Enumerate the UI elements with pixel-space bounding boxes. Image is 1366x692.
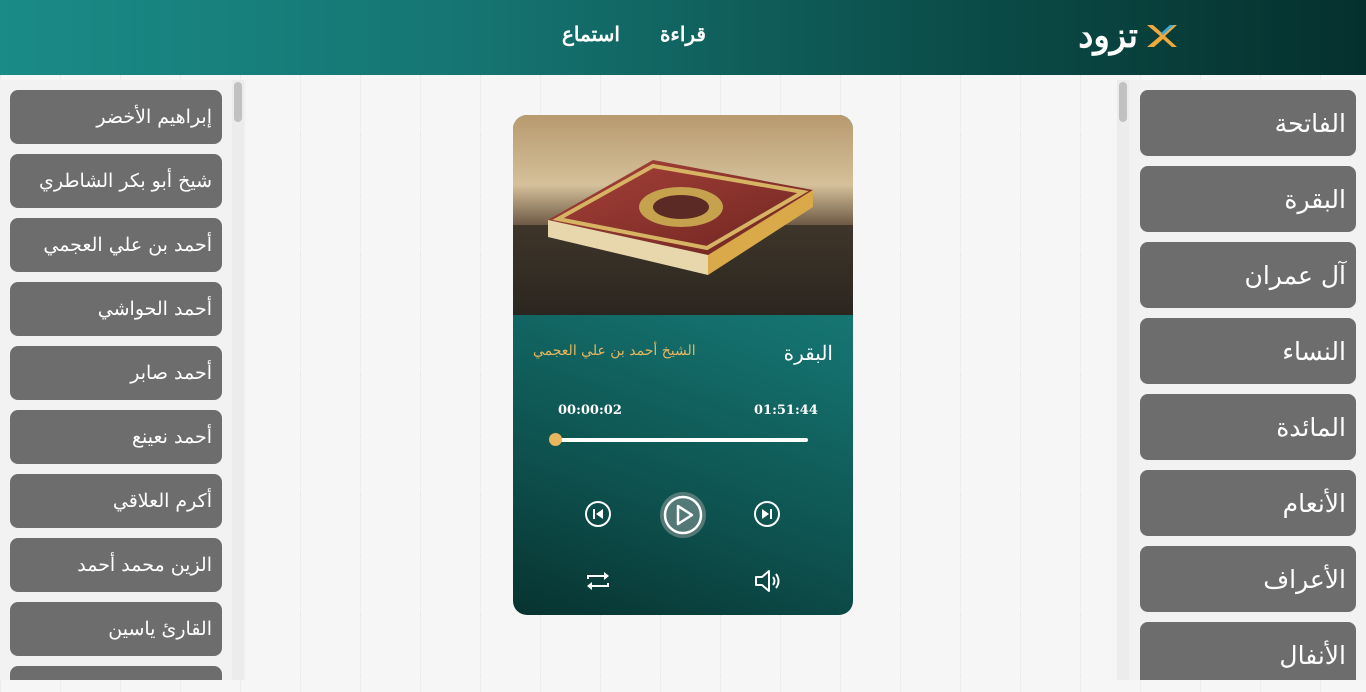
- repeat-icon[interactable]: [584, 567, 612, 595]
- now-playing-reciter: الشيخ أحمد بن علي العجمي: [533, 343, 696, 359]
- surah-item[interactable]: آل عمران: [1140, 242, 1356, 308]
- surah-item[interactable]: النساء: [1140, 318, 1356, 384]
- reciter-item[interactable]: القارئ ياسين: [10, 602, 222, 656]
- next-icon[interactable]: [753, 500, 781, 528]
- reciter-item[interactable]: شيخ أبو بكر الشاطري: [10, 154, 222, 208]
- surah-item[interactable]: البقرة: [1140, 166, 1356, 232]
- logo[interactable]: تزود: [1078, 14, 1178, 58]
- reciter-scrollbar[interactable]: [232, 80, 244, 680]
- logo-text: تزود: [1078, 16, 1138, 56]
- reciter-item[interactable]: أكرم العلاقي: [10, 474, 222, 528]
- progress-knob[interactable]: [549, 433, 563, 446]
- duration: 01:51:44: [754, 403, 818, 418]
- reciter-item[interactable]: أحمد الحواشي: [10, 282, 222, 336]
- logo-icon: [1147, 25, 1177, 47]
- main-nav: قراءة استماع: [562, 22, 706, 46]
- reciter-item[interactable]: الزين محمد أحمد: [10, 538, 222, 592]
- reciter-item[interactable]: إبراهيم الأخضر: [10, 90, 222, 144]
- reciter-item[interactable]: أحمد نعينع: [10, 410, 222, 464]
- surah-list[interactable]: الفاتحة البقرة آل عمران النساء المائدة ا…: [1117, 80, 1366, 680]
- nav-listening[interactable]: استماع: [562, 22, 620, 46]
- surah-item[interactable]: الأنعام: [1140, 470, 1356, 536]
- surah-scrollbar[interactable]: [1117, 80, 1129, 680]
- surah-item[interactable]: الفاتحة: [1140, 90, 1356, 156]
- current-time: 00:00:02: [558, 403, 622, 418]
- now-playing-surah: البقرة: [783, 341, 833, 365]
- reciter-item[interactable]: أحمد صابر: [10, 346, 222, 400]
- progress-bar[interactable]: [549, 433, 808, 446]
- reciter-item[interactable]: أحمد بن علي العجمي: [10, 218, 222, 272]
- nav-reading[interactable]: قراءة: [660, 22, 706, 46]
- surah-item[interactable]: المائدة: [1140, 394, 1356, 460]
- header: قراءة استماع تزود: [0, 0, 1366, 75]
- prev-icon[interactable]: [584, 500, 612, 528]
- volume-icon[interactable]: [753, 567, 783, 595]
- scrollbar-thumb[interactable]: [234, 82, 242, 122]
- play-icon[interactable]: [659, 491, 707, 539]
- reciter-list[interactable]: إبراهيم الأخضر شيخ أبو بكر الشاطري أحمد …: [0, 80, 246, 680]
- audio-player-card: البقرة الشيخ أحمد بن علي العجمي 00:00:02…: [513, 115, 853, 615]
- quran-cover-image: [513, 115, 853, 315]
- scrollbar-thumb[interactable]: [1119, 82, 1127, 122]
- surah-item[interactable]: الأعراف: [1140, 546, 1356, 612]
- reciter-item[interactable]: [10, 666, 222, 680]
- surah-item[interactable]: الأنفال: [1140, 622, 1356, 680]
